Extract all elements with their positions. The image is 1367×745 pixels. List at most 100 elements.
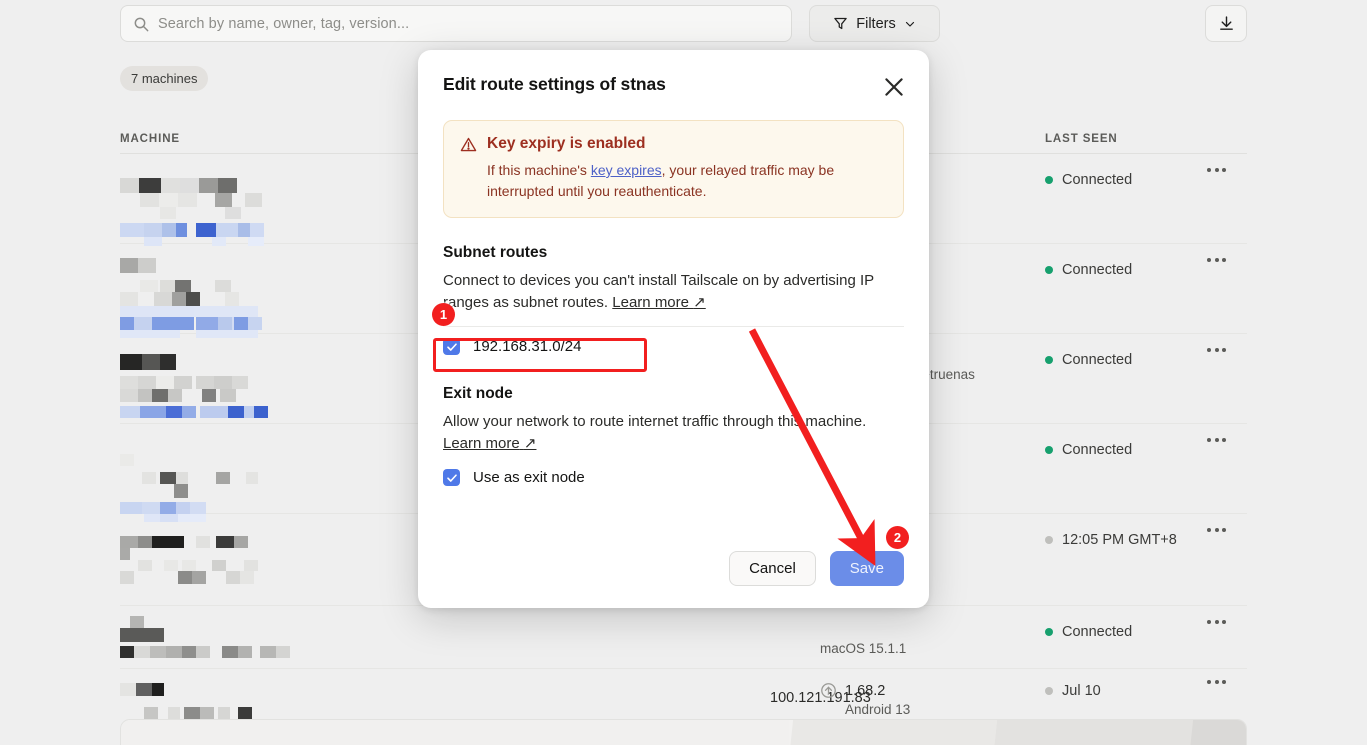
status-label: Jul 10 [1062,683,1101,699]
machine-last-seen-cell: Connected [1045,424,1207,513]
status-label: Connected [1062,442,1133,458]
row-actions-cell[interactable] [1207,606,1247,668]
save-button[interactable]: Save [829,551,904,586]
version-label: 1.68.2 [845,682,886,699]
alert-header: Key expiry is enabled [460,135,887,153]
redacted-machine-name [120,536,320,592]
machine-last-seen-cell: Connected [1045,154,1207,243]
machine-count-badge: 7 machines [120,66,209,91]
annotation-step-2: 2 [886,526,909,549]
machine-address-value[interactable]: 100.121.191.83 [510,690,899,722]
machine-address-cell[interactable] [510,606,820,668]
status-label: Connected [1062,624,1133,640]
redacted-machine-name [120,258,320,338]
machine-last-seen-cell: Connected [1045,244,1207,333]
alert-title: Key expiry is enabled [487,135,646,152]
filters-label: Filters [856,15,896,32]
key-expires-link[interactable]: key expires [591,162,662,178]
subnet-routes-description: Connect to devices you can't install Tai… [443,270,904,314]
edit-route-settings-dialog: Edit route settings of stnas Key expiry … [418,50,929,608]
status-dot-icon [1045,356,1053,364]
status-label: Connected [1062,172,1133,188]
row-actions-cell[interactable] [1207,154,1247,243]
screen-root: Search by name, owner, tag, version... F… [0,0,1367,745]
status-dot-icon [1045,536,1053,544]
redacted-machine-name [120,354,320,424]
subnet-route-checkbox[interactable] [443,338,460,355]
machine-os-label: Android 13 [845,702,911,717]
machine-tag-note: +truenas [922,367,975,382]
subnet-route-row[interactable]: 192.168.31.0/24 [443,327,904,366]
use-as-exit-node-row[interactable]: Use as exit node [443,469,904,486]
bottom-summary-card[interactable] [120,719,1247,745]
use-as-exit-node-checkbox[interactable] [443,469,460,486]
machine-version-value: 1.68.2 [820,682,1045,699]
status-badge: Connected [1045,442,1207,458]
machine-last-seen-cell: Connected [1045,334,1207,423]
key-expiry-alert: Key expiry is enabled If this machine's … [443,120,904,218]
toolbar: Search by name, owner, tag, version... F… [120,5,1247,42]
status-label: 12:05 PM GMT+8 [1062,532,1177,548]
exit-node-description: Allow your network to route internet tra… [443,411,904,455]
exit-node-heading: Exit node [443,385,513,402]
machine-os-label: macOS 15.1.1 [820,641,907,656]
status-badge: Connected [1045,262,1207,278]
status-badge: Connected [1045,624,1207,640]
chevron-down-icon [904,18,916,30]
machine-last-seen-cell: Connected [1045,606,1207,668]
row-actions-cell[interactable] [1207,424,1247,513]
close-icon[interactable] [881,74,907,100]
row-actions-cell[interactable] [1207,514,1247,605]
redacted-machine-name [120,616,320,660]
more-options-icon[interactable] [1207,348,1247,352]
more-options-icon[interactable] [1207,528,1247,532]
column-header-last-seen[interactable]: LAST SEEN [1045,133,1247,145]
external-link-arrow-icon: ↗ [693,294,706,311]
filters-button[interactable]: Filters [809,5,940,42]
exit-node-learn-more-link[interactable]: Learn more ↗ [443,435,536,452]
redacted-machine-name [120,454,320,522]
alert-body-before: If this machine's [487,162,591,178]
more-options-icon[interactable] [1207,438,1247,442]
external-link-arrow-icon: ↗ [523,435,537,452]
subnet-learn-more-label: Learn more [612,294,689,311]
search-placeholder: Search by name, owner, tag, version... [158,15,410,32]
row-actions-cell[interactable] [1207,244,1247,333]
summary-segment [121,720,789,745]
dialog-actions: Cancel Save [729,551,904,586]
subnet-route-label: 192.168.31.0/24 [473,338,582,355]
subnet-routes-heading: Subnet routes [443,244,548,261]
warning-triangle-icon [460,136,477,153]
row-actions-cell[interactable] [1207,334,1247,423]
more-options-icon[interactable] [1207,168,1247,172]
table-row[interactable]: macOS 15.1.1 Connected [120,606,1247,669]
annotation-step-1: 1 [432,303,455,326]
search-input[interactable]: Search by name, owner, tag, version... [120,5,792,42]
more-options-icon[interactable] [1207,258,1247,262]
download-button[interactable] [1205,5,1247,42]
summary-segment [784,720,998,745]
cancel-button[interactable]: Cancel [729,551,816,586]
summary-segment [988,720,1194,745]
machine-version-cell: macOS 15.1.1 [820,606,1045,668]
status-dot-icon [1045,687,1053,695]
more-options-icon[interactable] [1207,620,1247,624]
alert-body: If this machine's key expires, your rela… [460,160,887,202]
subnet-learn-more-link[interactable]: Learn more ↗ [612,294,705,311]
status-label: Connected [1062,352,1133,368]
status-dot-icon [1045,446,1053,454]
status-badge: 12:05 PM GMT+8 [1045,532,1207,548]
summary-segment [1189,720,1246,745]
status-label: Connected [1062,262,1133,278]
exit-node-learn-more-label: Learn more [443,435,520,452]
status-badge: Connected [1045,352,1207,368]
machine-name-cell[interactable] [120,606,510,668]
download-icon [1218,15,1235,32]
status-dot-icon [1045,266,1053,274]
use-as-exit-node-label: Use as exit node [473,469,585,486]
more-options-icon[interactable] [1207,680,1247,684]
status-dot-icon [1045,176,1053,184]
status-badge: Jul 10 [1045,683,1207,699]
redacted-machine-name [120,683,320,723]
status-badge: Connected [1045,172,1207,188]
